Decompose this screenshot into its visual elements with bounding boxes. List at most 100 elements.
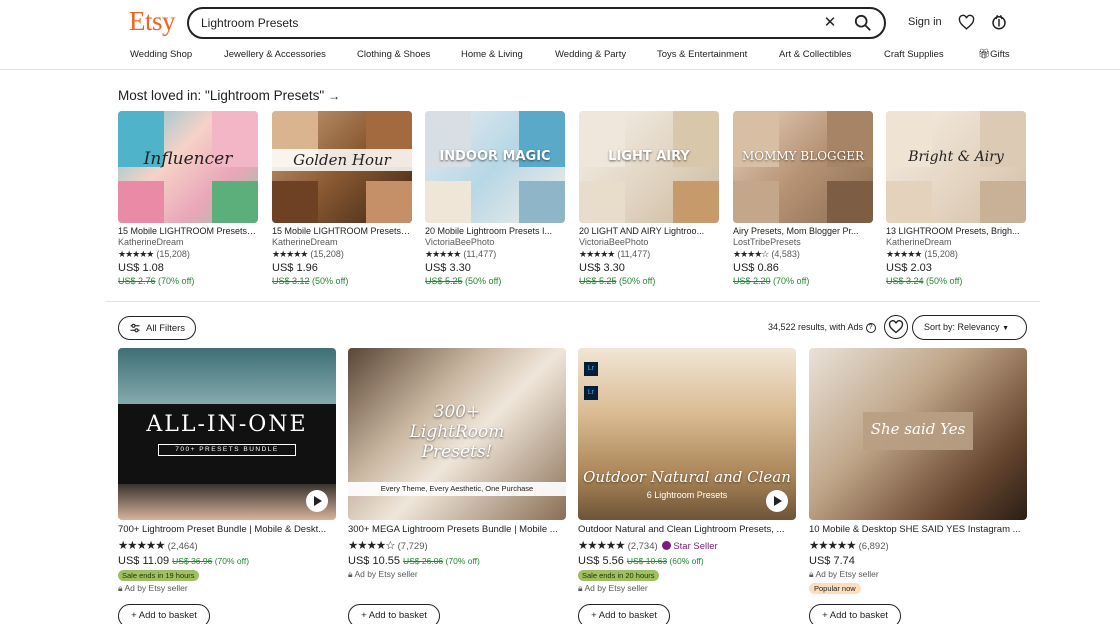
search-icon[interactable] xyxy=(854,14,872,32)
most-loved-card[interactable]: LIGHT AIRY 20 LIGHT AND AIRY Lightroo...… xyxy=(579,111,719,286)
price: US$ 11.09 US$ 36.96 (70% off) xyxy=(118,555,250,567)
save-search-heart-icon[interactable] xyxy=(884,315,908,339)
price: US$ 0.86 xyxy=(733,262,779,274)
favorites-heart-icon[interactable] xyxy=(958,14,975,31)
star-rating-icon: ★★★★★ xyxy=(118,249,154,259)
listing-image[interactable]: She said Yes xyxy=(809,348,1027,520)
most-loved-card[interactable]: Influencer 15 Mobile LIGHTROOM Presets, … xyxy=(118,111,258,286)
listing-card[interactable]: Lr Lr Outdoor Natural and Clean 6 Lightr… xyxy=(578,348,796,594)
price: US$ 7.74 xyxy=(809,555,855,567)
original-price: US$ 3.12 (50% off) xyxy=(272,276,349,286)
lightroom-icon: Lr xyxy=(584,362,598,376)
price: US$ 2.03 xyxy=(886,262,932,274)
add-to-basket-button[interactable]: + Add to basket xyxy=(578,604,670,624)
listing-title[interactable]: 13 LIGHTROOM Presets, Brigh... xyxy=(886,226,1026,236)
most-loved-card[interactable]: INDOOR MAGIC 20 Mobile Lightroom Presets… xyxy=(425,111,565,286)
search-input[interactable] xyxy=(201,16,801,30)
star-rating-icon: ★★★★★ xyxy=(272,249,308,259)
original-price: US$ 5.25 (50% off) xyxy=(579,276,656,286)
shop-name: LostTribePresets xyxy=(733,237,801,247)
lock-icon: 🔒︎ xyxy=(809,569,814,579)
original-price: US$ 5.25 (50% off) xyxy=(425,276,502,286)
most-loved-card[interactable]: MOMMY BLOGGER Airy Presets, Mom Blogger … xyxy=(733,111,873,286)
listing-title[interactable]: Airy Presets, Mom Blogger Pr... xyxy=(733,226,873,236)
original-price: US$ 2.20 (70% off) xyxy=(733,276,810,286)
listing-image[interactable]: MOMMY BLOGGER xyxy=(733,111,873,223)
play-icon[interactable] xyxy=(306,490,328,512)
star-rating-icon: ★★★★☆ xyxy=(348,540,396,552)
listing-title[interactable]: 20 LIGHT AND AIRY Lightroo... xyxy=(579,226,719,236)
star-rating-icon: ★★★★★ xyxy=(809,540,857,552)
ad-label: 🔒︎ Ad by Etsy seller xyxy=(578,583,648,593)
sale-badge: Sale ends in 19 hours xyxy=(118,570,199,581)
price: US$ 10.55 US$ 26.06 (70% off) xyxy=(348,555,480,567)
nav-clothing[interactable]: Clothing & Shoes xyxy=(357,49,430,60)
sign-in-link[interactable]: Sign in xyxy=(908,16,942,28)
nav-art[interactable]: Art & Collectibles xyxy=(779,49,851,60)
star-seller-badge: Star Seller xyxy=(661,541,718,552)
listing-title[interactable]: 15 Mobile LIGHTROOM Presets, ... xyxy=(272,226,412,236)
category-nav: Wedding Shop Jewellery & Accessories Clo… xyxy=(0,49,1120,63)
listing-title[interactable]: 10 Mobile & Desktop SHE SAID YES Instagr… xyxy=(809,524,1027,535)
lock-icon: 🔒︎ xyxy=(348,569,353,579)
listing-title[interactable]: Outdoor Natural and Clean Lightroom Pres… xyxy=(578,524,796,535)
play-icon[interactable] xyxy=(766,490,788,512)
add-to-basket-button[interactable]: + Add to basket xyxy=(118,604,210,624)
nav-wedding-party[interactable]: Wedding & Party xyxy=(555,49,626,60)
etsy-logo[interactable]: Etsy xyxy=(129,6,176,37)
listing-image[interactable]: ALL-IN-ONE 700+ PRESETS BUNDLE xyxy=(118,348,336,520)
nav-gifts[interactable]: 🎁︎Gifts xyxy=(978,49,1010,60)
sort-dropdown[interactable]: Sort by: Relevancy ▼ xyxy=(912,315,1027,340)
nav-wedding-shop[interactable]: Wedding Shop xyxy=(130,49,192,60)
chevron-down-icon: ▼ xyxy=(1002,325,1010,332)
clear-icon[interactable]: ✕ xyxy=(821,14,839,32)
original-price: US$ 2.76 (70% off) xyxy=(118,276,195,286)
listing-image[interactable]: Golden Hour xyxy=(272,111,412,223)
nav-jewellery[interactable]: Jewellery & Accessories xyxy=(224,49,326,60)
listing-title[interactable]: 700+ Lightroom Preset Bundle | Mobile & … xyxy=(118,524,336,535)
lock-icon: 🔒︎ xyxy=(578,583,583,593)
star-seller-icon xyxy=(661,541,671,550)
lock-icon: 🔒︎ xyxy=(118,583,123,593)
filter-icon xyxy=(130,323,140,333)
nav-toys[interactable]: Toys & Entertainment xyxy=(657,49,747,60)
price: US$ 3.30 xyxy=(425,262,471,274)
listing-image[interactable]: Lr Lr Outdoor Natural and Clean 6 Lightr… xyxy=(578,348,796,520)
shop-name: KatherineDream xyxy=(886,237,952,247)
star-rating-icon: ★★★★★ xyxy=(579,249,615,259)
ad-label: 🔒︎ Ad by Etsy seller xyxy=(118,583,188,593)
listing-image[interactable]: Bright & Airy xyxy=(886,111,1026,223)
cart-icon[interactable] xyxy=(990,13,1008,31)
listing-title[interactable]: 20 Mobile Lightroom Presets I... xyxy=(425,226,565,236)
listing-image[interactable]: INDOOR MAGIC xyxy=(425,111,565,223)
ad-label: 🔒︎ Ad by Etsy seller xyxy=(809,569,879,579)
rating: ★★★★★ (11,477) xyxy=(579,249,651,259)
listing-card[interactable]: She said Yes 10 Mobile & Desktop SHE SAI… xyxy=(809,348,1027,594)
rating: ★★★★★ (6,892) xyxy=(809,540,889,552)
lightroom-icon: Lr xyxy=(584,386,598,400)
price: US$ 1.96 xyxy=(272,262,318,274)
listing-title[interactable]: 300+ MEGA Lightroom Presets Bundle | Mob… xyxy=(348,524,566,535)
search-bar[interactable]: ✕ xyxy=(187,7,886,39)
listing-image[interactable]: 300+ LightRoom Presets! Every Theme, Eve… xyxy=(348,348,566,520)
add-to-basket-button[interactable]: + Add to basket xyxy=(348,604,440,624)
add-to-basket-button[interactable]: + Add to basket xyxy=(809,604,901,624)
listing-image[interactable]: LIGHT AIRY xyxy=(579,111,719,223)
nav-craft[interactable]: Craft Supplies xyxy=(884,49,944,60)
popular-badge: Popular now xyxy=(809,583,861,594)
rating: ★★★★☆ (7,729) xyxy=(348,540,428,552)
star-rating-icon: ★★★★☆ xyxy=(733,249,769,259)
most-loved-card[interactable]: Golden Hour 15 Mobile LIGHTROOM Presets,… xyxy=(272,111,412,286)
info-icon[interactable]: ? xyxy=(865,322,876,333)
listing-image[interactable]: Influencer xyxy=(118,111,258,223)
listing-card[interactable]: ALL-IN-ONE 700+ PRESETS BUNDLE 700+ Ligh… xyxy=(118,348,336,594)
star-rating-icon: ★★★★★ xyxy=(886,249,922,259)
listing-card[interactable]: 300+ LightRoom Presets! Every Theme, Eve… xyxy=(348,348,566,580)
nav-home-living[interactable]: Home & Living xyxy=(461,49,523,60)
most-loved-card[interactable]: Bright & Airy 13 LIGHTROOM Presets, Brig… xyxy=(886,111,1026,286)
ad-label: 🔒︎ Ad by Etsy seller xyxy=(348,569,418,579)
most-loved-title[interactable]: Most loved in: "Lightroom Presets" → xyxy=(118,88,340,103)
shop-name: VictoriaBeePhoto xyxy=(579,237,649,247)
all-filters-button[interactable]: All Filters xyxy=(118,316,197,340)
listing-title[interactable]: 15 Mobile LIGHTROOM Presets, ... xyxy=(118,226,258,236)
